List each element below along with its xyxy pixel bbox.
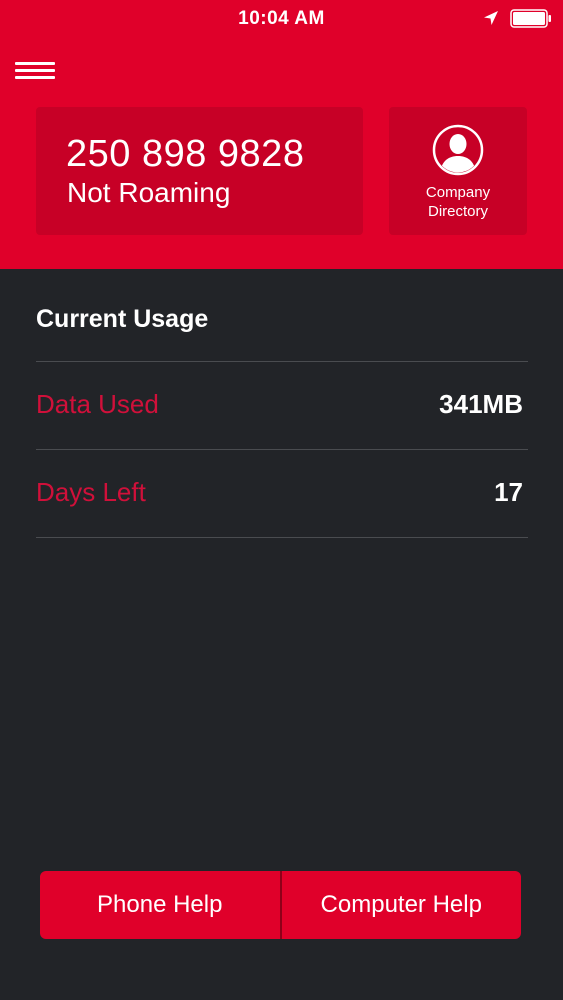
computer-help-button[interactable]: Computer Help xyxy=(281,871,521,939)
app-screen: 10:04 AM 250 898 9828 Not Roaming Compan… xyxy=(0,0,563,1000)
status-time: 10:04 AM xyxy=(238,8,325,29)
battery-icon xyxy=(510,9,551,28)
help-bar: Phone Help Computer Help xyxy=(40,871,521,939)
current-usage-title: Current Usage xyxy=(36,305,209,333)
roaming-status: Not Roaming xyxy=(67,177,231,208)
location-arrow-icon xyxy=(484,11,498,25)
usage-value: 341MB xyxy=(439,389,523,419)
phone-help-button[interactable]: Phone Help xyxy=(40,871,280,939)
usage-row-days-left: Days Left 17 xyxy=(36,450,528,537)
person-icon xyxy=(432,124,484,176)
company-directory-button[interactable]: Company Directory xyxy=(389,107,527,235)
usage-row-data-used: Data Used 341MB xyxy=(36,362,528,449)
phone-number-card: 250 898 9828 Not Roaming xyxy=(36,107,363,235)
hamburger-menu-icon[interactable] xyxy=(15,62,55,80)
usage-label: Data Used xyxy=(36,389,159,419)
status-bar: 10:04 AM xyxy=(0,0,563,38)
header: 10:04 AM 250 898 9828 Not Roaming Compan… xyxy=(0,0,563,269)
company-directory-label: Company Directory xyxy=(425,184,491,220)
phone-number: 250 898 9828 xyxy=(66,133,305,175)
usage-label: Days Left xyxy=(36,477,146,507)
usage-value: 17 xyxy=(494,477,523,507)
divider xyxy=(36,537,528,538)
